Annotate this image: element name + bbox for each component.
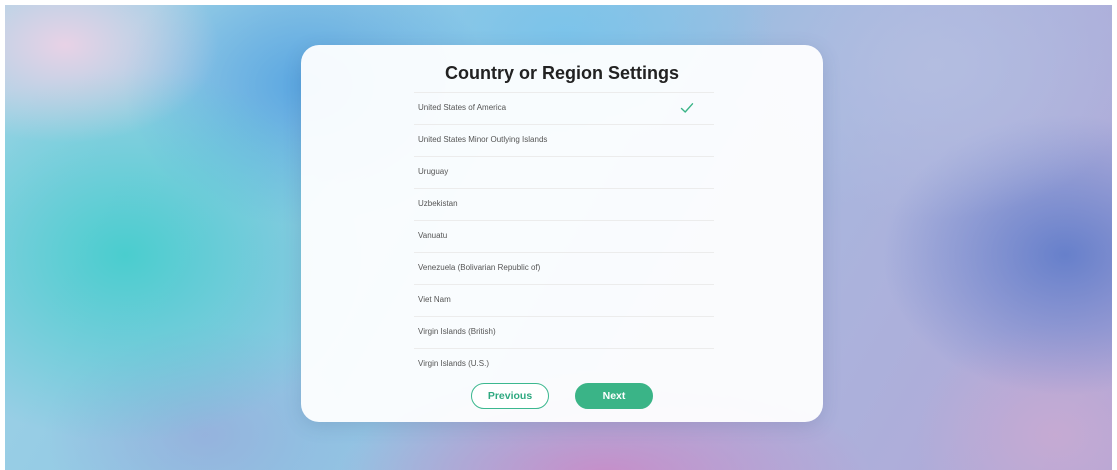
country-item-virgin-islands-british[interactable]: Virgin Islands (British) — [414, 316, 714, 348]
country-item-viet-nam[interactable]: Viet Nam — [414, 284, 714, 316]
next-button[interactable]: Next — [575, 383, 653, 409]
country-item-label: United States of America — [418, 103, 507, 112]
country-item-vanuatu[interactable]: Vanuatu — [414, 220, 714, 252]
country-item-virgin-islands-us[interactable]: Virgin Islands (U.S.) — [414, 348, 714, 380]
country-item-us-minor-outlying-islands[interactable]: United States Minor Outlying Islands — [414, 124, 714, 156]
country-item-uruguay[interactable]: Uruguay — [414, 156, 714, 188]
country-item-label: Virgin Islands (U.S.) — [418, 359, 489, 368]
country-item-label: Virgin Islands (British) — [418, 327, 496, 336]
dialog-button-row: Previous Next — [301, 383, 823, 409]
country-item-united-states-of-america[interactable]: United States of America — [414, 92, 714, 124]
wallpaper-background: Country or Region Settings United States… — [5, 5, 1112, 470]
country-item-venezuela[interactable]: Venezuela (Bolivarian Republic of) — [414, 252, 714, 284]
country-item-label: United States Minor Outlying Islands — [418, 135, 548, 144]
country-item-label: Vanuatu — [418, 231, 448, 240]
country-region-dialog: Country or Region Settings United States… — [301, 45, 823, 422]
country-item-label: Uzbekistan — [418, 199, 458, 208]
previous-button[interactable]: Previous — [471, 383, 549, 409]
country-list[interactable]: United States of America United States M… — [414, 92, 714, 380]
country-item-label: Venezuela (Bolivarian Republic of) — [418, 263, 541, 272]
country-item-uzbekistan[interactable]: Uzbekistan — [414, 188, 714, 220]
country-item-label: Viet Nam — [418, 295, 451, 304]
checkmark-icon — [680, 103, 694, 113]
country-item-label: Uruguay — [418, 167, 449, 176]
dialog-title: Country or Region Settings — [445, 63, 679, 83]
